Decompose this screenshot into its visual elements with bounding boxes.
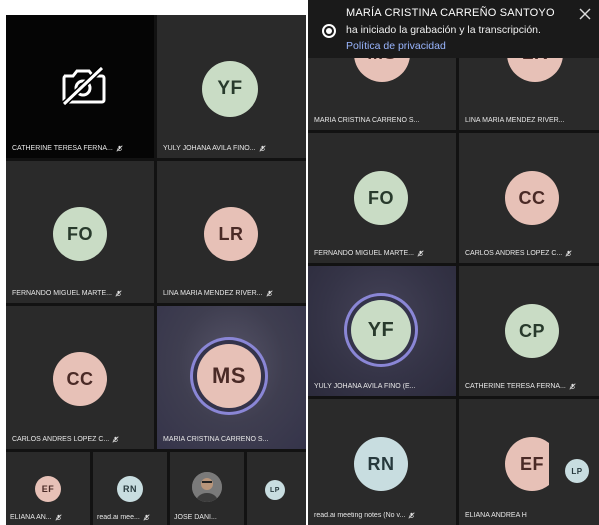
avatar: YF [351,300,411,360]
mic-muted-icon [115,290,122,297]
participant-name: LINA MARIA MENDEZ RIVER... [157,290,306,297]
participant-name: MARIA CRISTINA CARREÑO S... [314,117,420,124]
avatar: MS [197,344,261,408]
avatar: YF [202,61,258,117]
avatar: RN [354,437,408,491]
mic-muted-icon [417,250,424,257]
participant-name: LINA MARIA MENDEZ RIVER... [465,117,565,124]
participant-name: ELIANA ANDREA H [465,512,527,519]
mic-muted-icon [258,145,266,152]
notification-title: MARÍA CRISTINA CARREÑO SANTOYO [346,7,555,19]
participant-tile-catherine[interactable]: CP CATHERINE TERESA FERNA... [459,266,599,396]
participant-name: read.ai mee... [93,514,167,521]
close-icon[interactable] [579,8,591,20]
participant-tile-carlos[interactable]: CC CARLOS ANDRES LOPEZ C... [6,306,154,449]
participant-tile-yuly-active-speaker[interactable]: YF YULY JOHANA AVILA FINO (E... [308,266,456,396]
participant-tile-readai[interactable]: RN read.ai meeting notes (No v... [308,399,456,525]
mic-muted-icon [55,514,62,521]
participant-name: CATHERINE TERESA FERNA... [459,383,599,390]
camera-off-icon [61,66,106,106]
mic-muted-icon [565,250,572,257]
avatar: EF [35,476,61,502]
person-photo-icon [192,472,222,502]
avatar: FO [53,207,107,261]
mic-muted-icon [143,514,150,521]
participant-tile-catherine[interactable]: CATHERINE TERESA FERNA... [6,15,154,158]
participant-name: ELIANA AN... [6,514,90,521]
recording-icon [322,24,336,38]
overflow-avatar[interactable]: LP [565,459,589,483]
mic-muted-icon [112,436,119,443]
participant-name: read.ai meeting notes (No v... [308,512,456,519]
participant-name: YULY JOHANA AVILA FINO (E... [314,383,416,390]
participant-tile-eliana[interactable]: EF ELIANA AN... [6,452,90,525]
participant-name: MARIA CRISTINA CARREÑO S... [163,436,269,443]
participant-name: CARLOS ANDRÉS LOPEZ C... [459,250,599,257]
participant-name: CARLOS ANDRES LOPEZ C... [6,436,154,443]
notification-body: ha iniciado la grabación y la transcripc… [346,24,541,36]
participant-name: FERNANDO MIGUEL MARTE... [308,250,456,257]
mic-muted-icon [569,383,576,390]
participant-tile-carlos[interactable]: CC CARLOS ANDRÉS LOPEZ C... [459,133,599,263]
participant-tile-jose[interactable]: JOSE DANI... [170,452,244,525]
participant-tile-eliana[interactable]: EF ELIANA ANDREA H LP [459,399,599,525]
avatar: LP [265,480,285,500]
participant-tile-yuly[interactable]: YF YULY JOHANA AVILA FINO... [157,15,306,158]
participant-tile-readai[interactable]: RN read.ai mee... [93,452,167,525]
privacy-policy-link[interactable]: Política de privacidad [346,40,446,52]
participant-tile-maria-active-speaker[interactable]: MS MARIA CRISTINA CARREÑO S... [157,306,306,449]
avatar: EF [505,437,549,491]
avatar: CC [505,171,559,225]
participant-name: FERNANDO MIGUEL MARTE... [6,290,154,297]
right-participant-grid: MS MARIA CRISTINA CARREÑO S... LR LINA M… [308,0,599,525]
avatar: CC [53,352,107,406]
participant-tile-fernando[interactable]: FO FERNANDO MIGUEL MARTE... [308,133,456,263]
avatar: FO [354,171,408,225]
avatar: LR [204,207,258,261]
mic-muted-icon [265,290,273,297]
mic-muted-icon [116,145,123,152]
left-participant-grid: CATHERINE TERESA FERNA... YF YULY JOHANA… [6,15,306,525]
participant-tile-fernando[interactable]: FO FERNANDO MIGUEL MARTE... [6,161,154,303]
avatar: RN [117,476,143,502]
participant-name: CATHERINE TERESA FERNA... [6,145,154,152]
recording-notification: MARÍA CRISTINA CARREÑO SANTOYO ha inicia… [308,0,599,58]
profile-photo [192,472,222,502]
participant-name: YULY JOHANA AVILA FINO... [157,145,306,152]
participant-tile-overflow[interactable]: LP [247,452,306,525]
mic-muted-icon [408,512,415,519]
participant-name: JOSE DANI... [174,514,217,521]
avatar: CP [505,304,559,358]
participant-tile-lina[interactable]: LR LINA MARIA MENDEZ RIVER... [157,161,306,303]
